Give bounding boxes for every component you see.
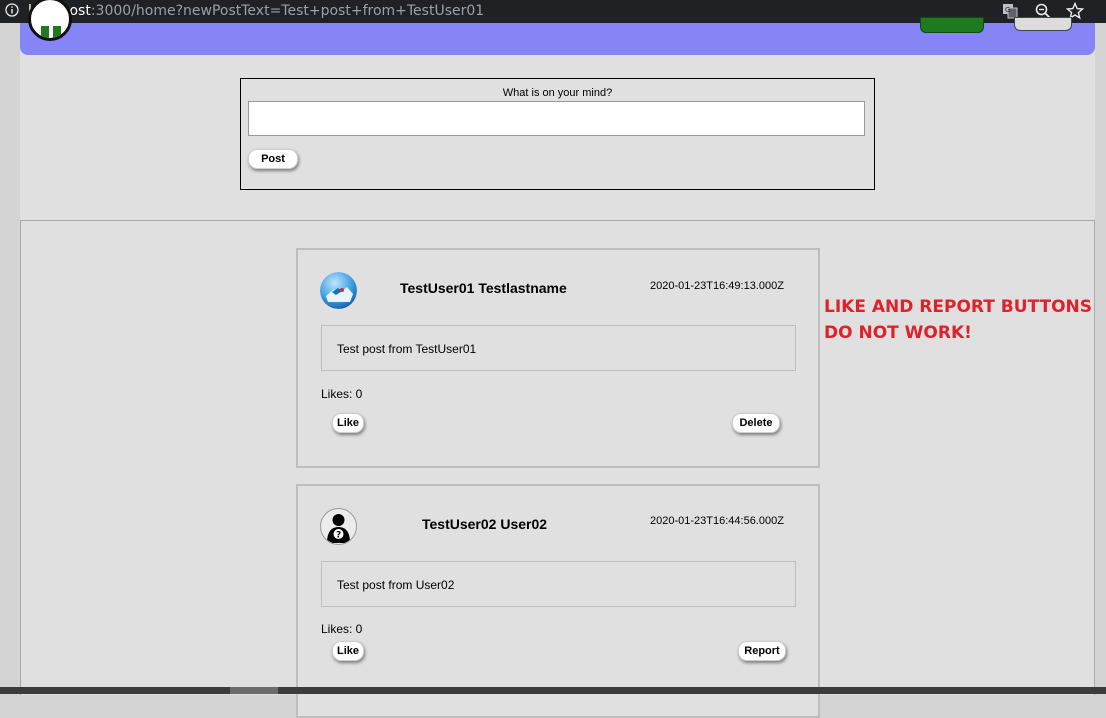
logo-bar xyxy=(53,26,61,38)
new-post-input[interactable] xyxy=(248,101,865,136)
avatar: ? xyxy=(320,508,357,545)
avatar xyxy=(320,272,357,309)
post-author: TestUser02 User02 xyxy=(422,516,548,532)
svg-text:G: G xyxy=(1005,6,1010,14)
post-timestamp: 2020-01-23T16:44:56.000Z xyxy=(650,515,784,527)
url-field[interactable]: localhost:3000/home?newPostText=Test+pos… xyxy=(28,3,484,19)
landscape-photo-icon xyxy=(320,272,357,309)
post-text: Test post from User02 xyxy=(337,578,455,592)
post-card: ? TestUser02 User02 2020-01-23T16:44:56.… xyxy=(296,484,820,718)
report-button[interactable]: Report xyxy=(738,641,786,661)
post-author: TestUser01 Testlastname xyxy=(400,280,567,296)
post-body: Test post from User02 xyxy=(321,561,796,607)
horizontal-scrollbar[interactable] xyxy=(0,687,1106,694)
scrollbar-thumb[interactable] xyxy=(230,687,278,694)
logo-icon[interactable] xyxy=(28,0,72,41)
like-button[interactable]: Like xyxy=(332,641,364,661)
post-feed: TestUser01 Testlastname 2020-01-23T16:49… xyxy=(20,220,1095,718)
annotation-note: LIKE AND REPORT BUTTONS DO NOT WORK! xyxy=(824,294,1094,346)
annotation-line: DO NOT WORK! xyxy=(824,323,972,343)
likes-count: Likes: 0 xyxy=(321,387,363,401)
unknown-user-icon: ? xyxy=(327,514,350,543)
like-button[interactable]: Like xyxy=(332,413,364,433)
post-button[interactable]: Post xyxy=(248,149,298,169)
delete-button[interactable]: Delete xyxy=(732,413,780,433)
post-text: Test post from TestUser01 xyxy=(337,342,477,356)
new-post-form: What is on your mind? Post xyxy=(240,78,875,190)
nav-button[interactable] xyxy=(920,17,984,33)
url-path: :3000/home?newPostText=Test+post+from+Te… xyxy=(90,3,485,19)
logo-bar xyxy=(41,26,49,38)
post-card: TestUser01 Testlastname 2020-01-23T16:49… xyxy=(296,248,820,468)
annotation-line: LIKE AND REPORT BUTTONS xyxy=(824,297,1092,317)
page: What is on your mind? Post TestUser01 Te… xyxy=(20,0,1095,718)
info-icon[interactable] xyxy=(5,3,19,17)
post-timestamp: 2020-01-23T16:49:13.000Z xyxy=(650,280,784,292)
post-body: Test post from TestUser01 xyxy=(321,325,796,371)
new-post-label: What is on your mind? xyxy=(502,87,613,99)
likes-count: Likes: 0 xyxy=(321,622,363,636)
svg-text:?: ? xyxy=(336,531,341,541)
nav-button[interactable] xyxy=(1014,17,1072,31)
navbar xyxy=(20,0,1095,55)
